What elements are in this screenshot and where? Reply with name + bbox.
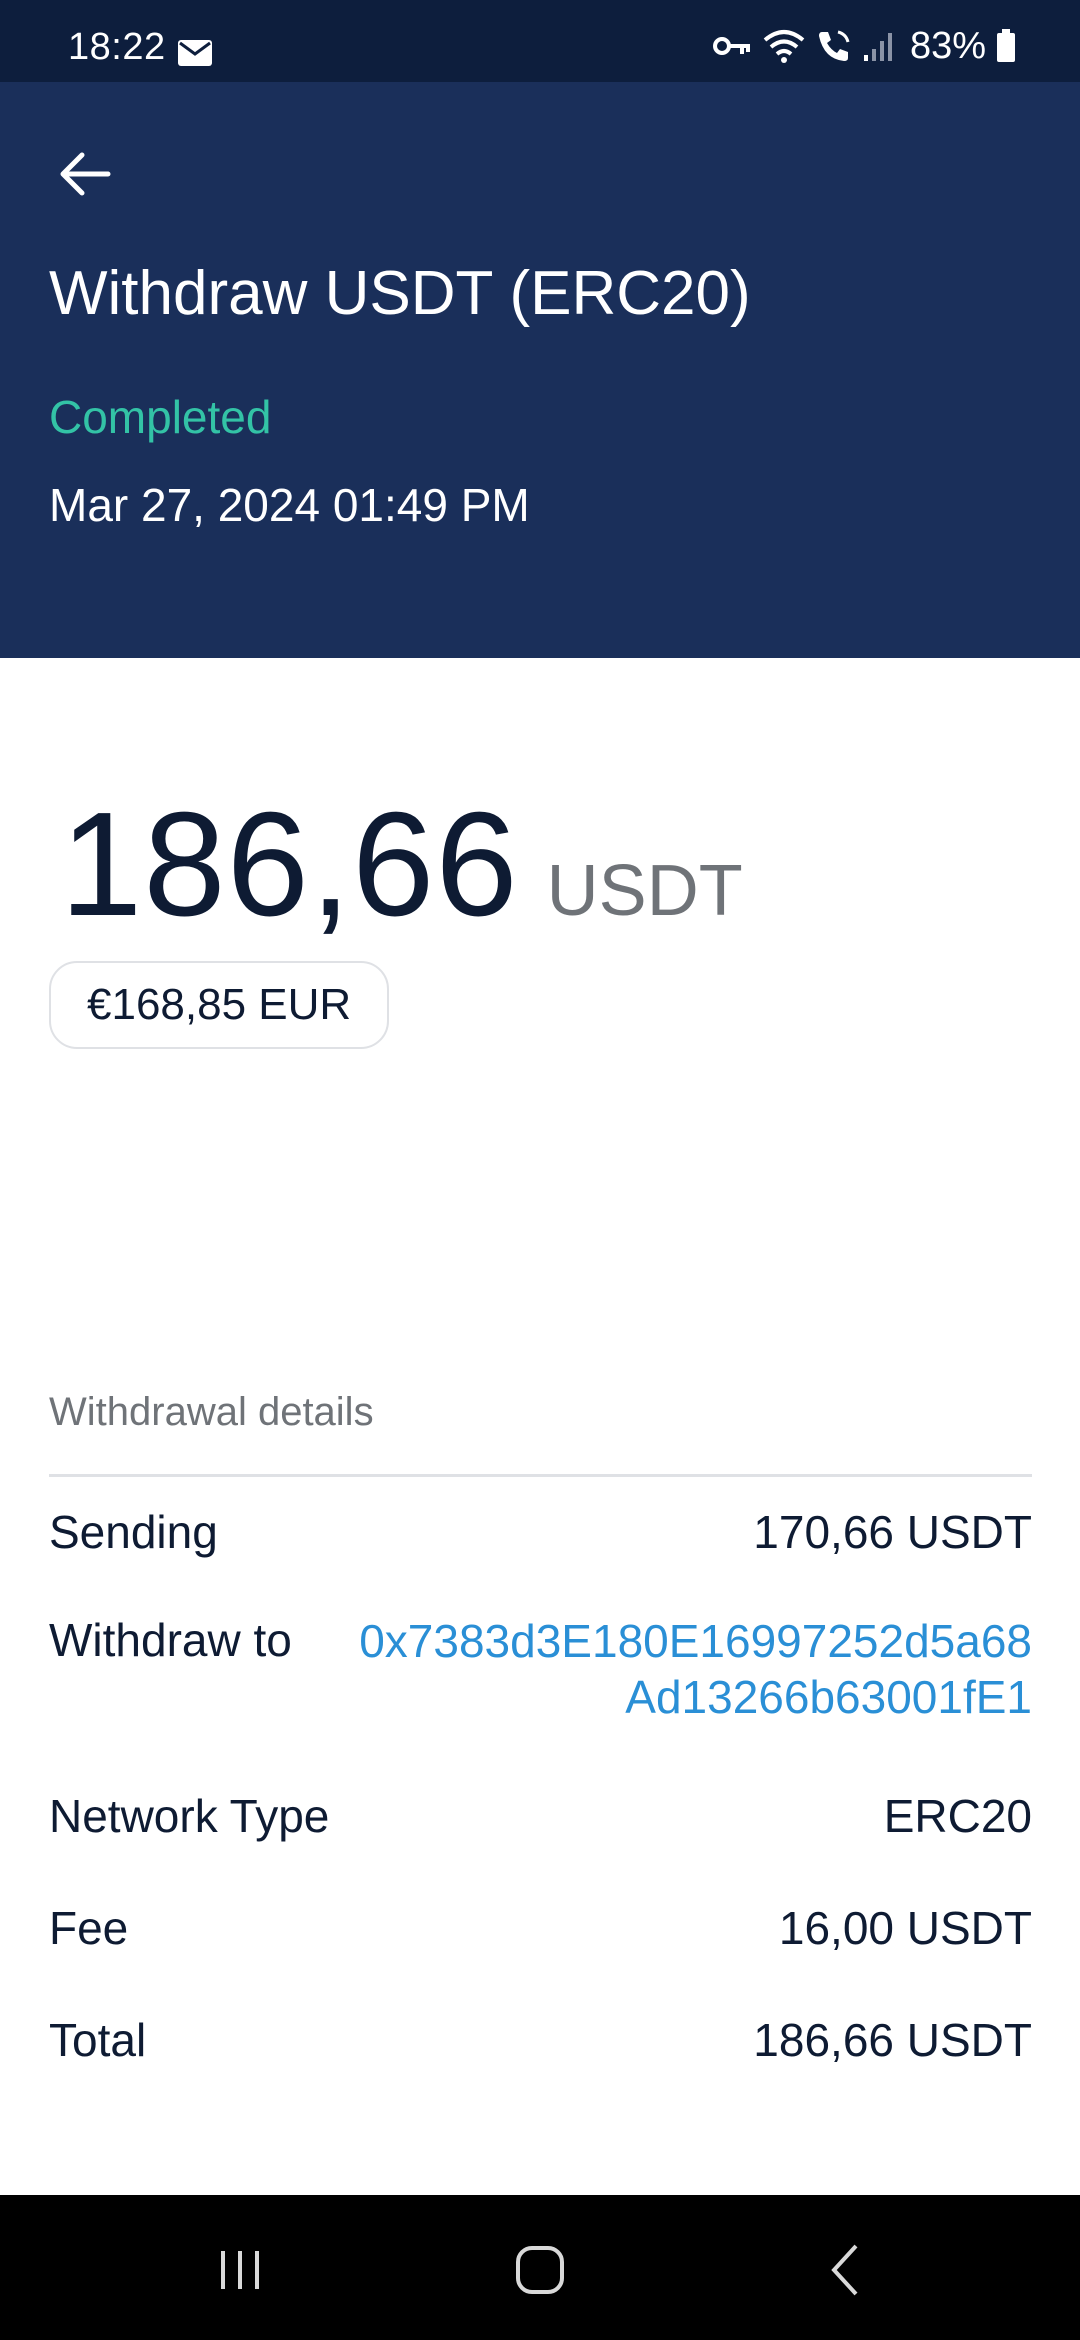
detail-value: ERC20 <box>883 1790 1032 1842</box>
amount-display: 186,66 USDT <box>60 780 743 950</box>
status-icons: 83% <box>712 24 1016 68</box>
amount-value: 186,66 <box>60 782 519 947</box>
withdrawal-details: Withdrawal details Sending 170,66 USDT W… <box>49 1390 1032 2125</box>
fiat-amount-chip: €168,85 EUR <box>49 961 390 1049</box>
recent-apps-icon <box>221 2251 259 2289</box>
system-nav-bar <box>0 2195 1080 2340</box>
mail-icon <box>178 40 212 66</box>
wifi-calling-icon <box>818 30 850 61</box>
divider <box>49 1474 1032 1477</box>
home-icon <box>516 2246 564 2294</box>
chevron-left-icon <box>831 2244 858 2296</box>
status-time: 18:22 <box>68 26 166 68</box>
withdraw-address-link[interactable]: 0x7383d3E180E16997252d5a68Ad13266b63001f… <box>342 1613 1032 1725</box>
status-bar: 18:22 83% <box>0 0 1080 82</box>
detail-row-sending: Sending 170,66 USDT <box>49 1501 1032 1613</box>
amount-unit: USDT <box>546 851 743 931</box>
detail-value: 170,66 USDT <box>753 1506 1032 1558</box>
arrow-left-icon <box>60 152 111 196</box>
detail-label: Fee <box>49 1902 129 1954</box>
detail-label: Network Type <box>49 1790 330 1842</box>
detail-label: Withdraw to <box>49 1614 292 1666</box>
page-title: Withdraw USDT (ERC20) <box>49 259 751 328</box>
detail-label: Sending <box>49 1506 218 1558</box>
battery-icon <box>997 29 1015 62</box>
system-back-button[interactable] <box>786 2225 906 2315</box>
battery-percent: 83% <box>909 24 986 67</box>
home-button[interactable] <box>480 2225 600 2315</box>
detail-label: Total <box>49 2014 147 2066</box>
detail-row-fee: Fee 16,00 USDT <box>49 1901 1032 2013</box>
status-badge: Completed <box>49 391 272 443</box>
detail-value: 16,00 USDT <box>778 1902 1032 1954</box>
signal-icon <box>863 33 892 61</box>
back-button[interactable] <box>44 134 124 214</box>
wifi-icon <box>763 30 805 63</box>
detail-value: 186,66 USDT <box>753 2014 1032 2066</box>
vpn-key-icon <box>712 37 750 55</box>
details-heading: Withdrawal details <box>49 1390 374 1434</box>
detail-row-total: Total 186,66 USDT <box>49 2013 1032 2125</box>
detail-row-network-type: Network Type ERC20 <box>49 1789 1032 1901</box>
recent-apps-button[interactable] <box>180 2225 300 2315</box>
header: Withdraw USDT (ERC20) Completed Mar 27, … <box>0 82 1080 658</box>
transaction-datetime: Mar 27, 2024 01:49 PM <box>49 479 530 531</box>
detail-row-withdraw-to: Withdraw to 0x7383d3E180E16997252d5a68Ad… <box>49 1613 1032 1789</box>
